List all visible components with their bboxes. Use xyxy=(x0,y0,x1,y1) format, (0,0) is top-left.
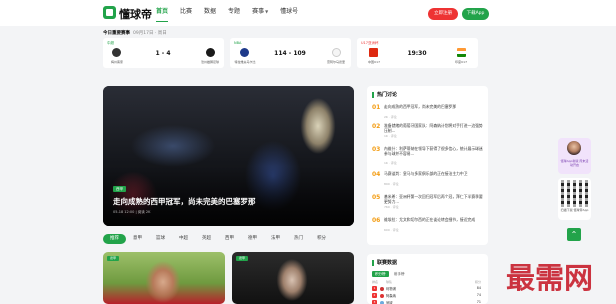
qr-float-card: 扫描下载 懂球帝App xyxy=(558,178,591,220)
back-to-top-button[interactable]: ⌃ xyxy=(567,228,581,241)
qr-caption: 扫描下载 懂球帝App xyxy=(560,208,589,212)
list-item-title[interactable]: 內维什：利萨蒂纳在领导下获得了很多信心，统计展示球迷参与球并不容易... xyxy=(384,146,484,156)
logo-icon[interactable] xyxy=(103,6,116,19)
team-logo-icon xyxy=(240,48,249,57)
tab-ligue1[interactable]: 法甲 xyxy=(264,234,287,244)
list-item-title[interactable]: 基米希：亚洲杯第一次回归冠军后再个冠，拜仁下半赛季要更努力... xyxy=(384,194,484,204)
nav-home[interactable]: 首页 xyxy=(150,0,174,26)
tab-hot[interactable]: 热门 xyxy=(287,234,310,244)
tab-scorers[interactable]: 射手榜 xyxy=(394,271,405,277)
match-card[interactable]: 中超 1 - 4 梅州客家 沧州雄狮足球 xyxy=(103,38,224,68)
team-logo-icon xyxy=(380,286,384,291)
schedule-title: 今日重要赛事 09月17日 · 周日 xyxy=(103,31,167,36)
away-team: 雷阿尔马德里 xyxy=(326,60,345,64)
match-time: 19:30 xyxy=(407,50,427,57)
nav-dongqiuhao[interactable]: 懂球号 xyxy=(274,0,304,26)
hero-tag: 西甲 xyxy=(113,186,126,192)
home-team: 特拉维夫马卡比 xyxy=(234,60,256,64)
table-header: 排名 球队 积分 xyxy=(372,280,481,284)
site-logo-text[interactable]: 懂球帝 xyxy=(119,6,152,22)
nav-data[interactable]: 数据 xyxy=(198,0,222,26)
flag-india-icon xyxy=(457,48,466,57)
list-item-title[interactable]: 走向成熟的西甲冠军，尚未完美的巴塞罗那 xyxy=(384,104,484,109)
tab-standings[interactable]: 积分 xyxy=(310,234,333,244)
match-competition: U17亚洲杯 xyxy=(361,41,379,45)
tab-recommend[interactable]: 推荐 xyxy=(103,234,126,244)
hero-banner[interactable]: 西甲 走向成熟的西甲冠军，尚未完美的巴塞罗那 05-18 12:00 | 阅读 … xyxy=(103,86,354,226)
tab-bundesliga[interactable]: 德甲 xyxy=(241,234,264,244)
hero-meta: 05-18 12:00 | 阅读 2K xyxy=(113,210,151,214)
team-logo-icon xyxy=(380,300,384,304)
qr-code-icon xyxy=(561,180,588,207)
league-stats-title: 联赛数据 xyxy=(372,260,397,266)
team-logo-icon xyxy=(332,48,341,57)
hero-title[interactable]: 走向成熟的西甲冠军，尚未完美的巴塞罗那 xyxy=(113,196,256,207)
home-team: 梅州客家 xyxy=(110,60,123,64)
away-team: 印度U17 xyxy=(454,60,467,64)
news-card[interactable]: 德甲 xyxy=(103,252,225,304)
hot-discussion-title: 热门讨论 xyxy=(372,92,397,98)
top-header: 懂球帝 首页 比赛 数据 专题 赛事▼ 懂球号 立即注册 下载App xyxy=(0,0,616,26)
news-tag: 德甲 xyxy=(236,256,248,261)
tab-csl[interactable]: 中超 xyxy=(172,234,195,244)
nav-competitions[interactable]: 赛事▼ xyxy=(246,0,274,26)
main-nav: 首页 比赛 数据 专题 赛事▼ 懂球号 xyxy=(150,0,304,26)
tab-epl[interactable]: 英超 xyxy=(195,234,218,244)
chevron-up-icon: ⌃ xyxy=(570,230,578,239)
nav-topics[interactable]: 专题 xyxy=(222,0,246,26)
news-card[interactable]: 德甲 xyxy=(232,252,354,304)
avatar xyxy=(567,141,581,155)
list-item-title[interactable]: 准备就绪的葡萄牙国家队：阿森纳计划将对手打进一边强势压制... xyxy=(384,123,484,133)
register-button[interactable]: 立即注册 xyxy=(428,8,458,20)
match-competition: 中超 xyxy=(107,41,114,45)
hot-discussion-panel: 热门讨论 01 走向成熟的西甲冠军，尚未完美的巴塞罗那 2K · 评论 02 准… xyxy=(367,86,488,245)
away-team: 沧州雄狮足球 xyxy=(200,60,219,64)
team-logo-icon xyxy=(380,293,384,298)
list-item-title[interactable]: 维埃拉：尤文和切尔西的正在谈论转会细节，接近完成 xyxy=(384,217,484,222)
tab-standings-table[interactable]: 积分榜 xyxy=(372,271,389,277)
flag-china-icon xyxy=(369,48,378,57)
home-team: 中国U17 xyxy=(367,60,380,64)
match-score: 1 - 4 xyxy=(155,50,171,57)
news-tag: 德甲 xyxy=(107,256,119,261)
match-score: 114 - 109 xyxy=(274,50,306,57)
list-item-title[interactable]: 马赛谈判：皇马与多家俱乐部的正在接洽主力中卫 xyxy=(384,171,484,176)
chevron-down-icon: ▼ xyxy=(265,9,269,14)
promo-float-card[interactable]: 懂球App新版 周末活动开启 xyxy=(558,138,591,174)
download-app-button[interactable]: 下载App xyxy=(462,8,489,20)
tab-seriea[interactable]: 意甲 xyxy=(126,234,149,244)
promo-text: 懂球App新版 周末活动开启 xyxy=(560,159,589,167)
category-tabs: 推荐 意甲 篮球 中超 英超 西甲 德甲 法甲 热门 积分 xyxy=(103,234,333,244)
match-card[interactable]: U17亚洲杯 19:30 中国U17 印度U17 xyxy=(357,38,478,68)
tab-laliga[interactable]: 西甲 xyxy=(218,234,241,244)
watermark: 最需网 xyxy=(506,261,594,295)
league-stats-panel: 联赛数据 积分榜 射手榜 排名 球队 积分 1 利物浦 84 2 阿森纳 74 … xyxy=(367,254,488,304)
tab-basketball[interactable]: 篮球 xyxy=(149,234,172,244)
team-logo-icon xyxy=(112,48,121,57)
nav-matches[interactable]: 比赛 xyxy=(174,0,198,26)
match-competition: NBA xyxy=(234,41,242,45)
team-logo-icon xyxy=(206,48,215,57)
match-card[interactable]: NBA 114 - 109 特拉维夫马卡比 雷阿尔马德里 xyxy=(230,38,351,68)
